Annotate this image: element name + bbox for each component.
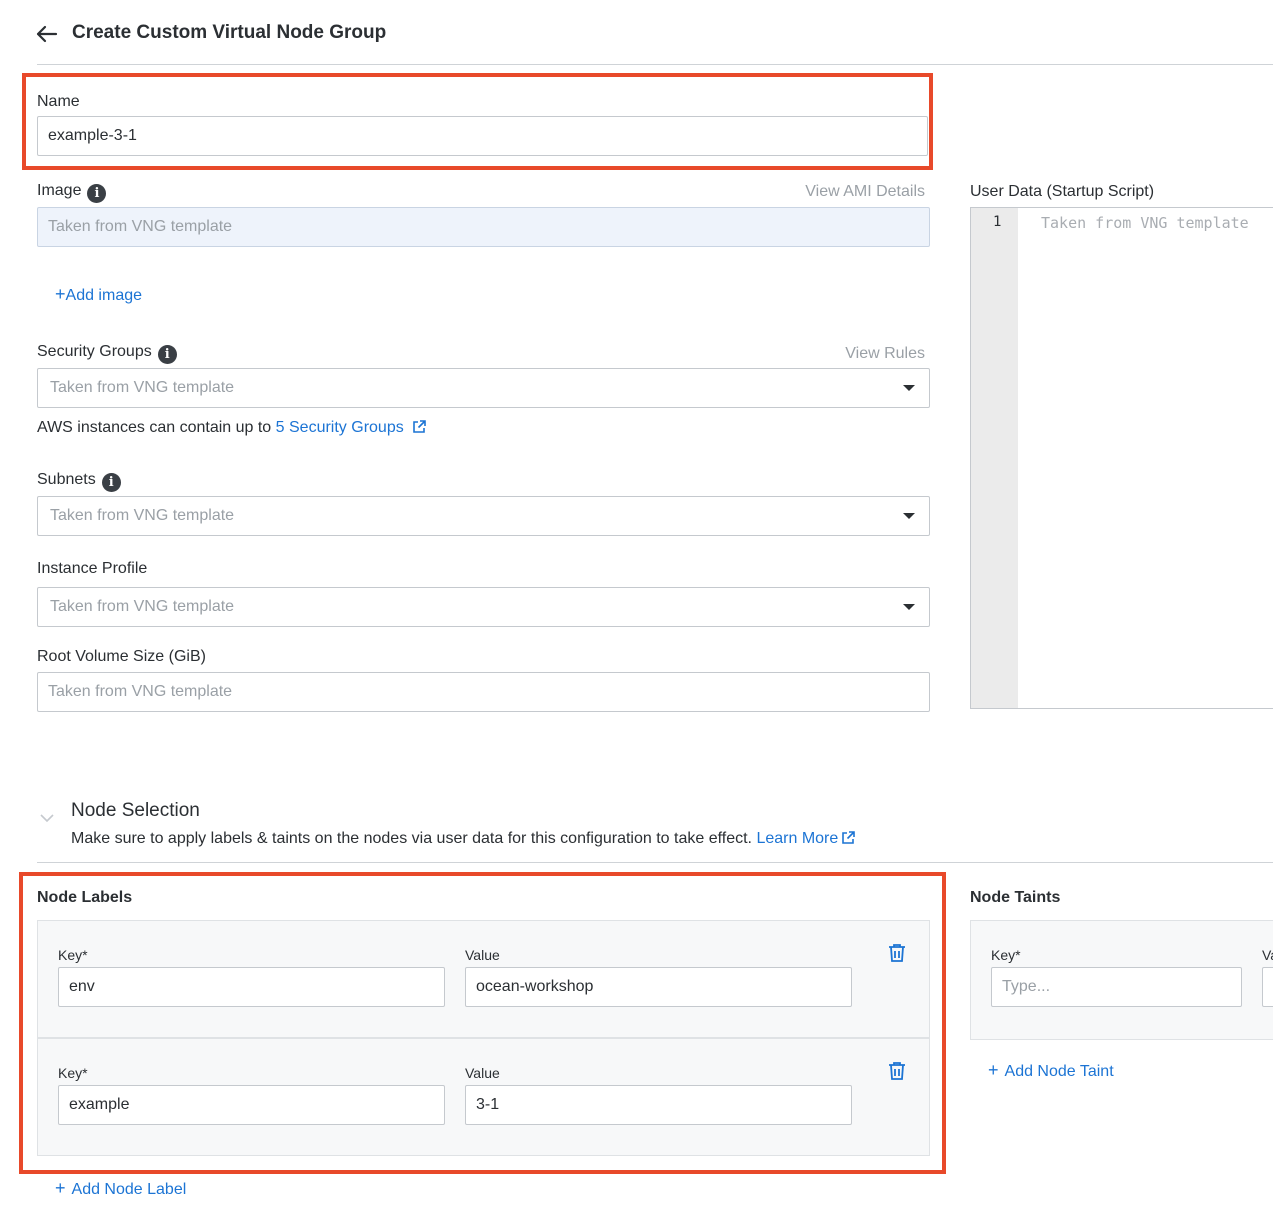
node-selection-description: Make sure to apply labels & taints on th… [71,830,856,850]
value-label: Value [465,1065,500,1081]
instance-profile-select[interactable]: Taken from VNG template [37,587,930,627]
subnets-select[interactable]: Taken from VNG template [37,496,930,536]
security-groups-select[interactable]: Taken from VNG template [37,368,930,408]
plus-icon: + [55,1178,66,1198]
header-divider [37,64,1273,65]
root-volume-input[interactable] [37,672,930,712]
image-label: Image [37,182,82,199]
node-taint-card: Key* Va [970,920,1273,1040]
trash-icon[interactable] [888,943,906,968]
view-rules-link[interactable]: View Rules [845,345,925,363]
key-label: Key* [991,947,1021,963]
external-link-icon[interactable] [841,831,856,850]
image-input [37,207,930,247]
user-data-label: User Data (Startup Script) [970,183,1155,200]
node-label-value-input[interactable] [465,1085,852,1125]
subnets-label: Subnets [37,471,96,488]
external-link-icon[interactable] [412,420,426,439]
node-selection-title: Node Selection [71,800,200,821]
node-taint-key-input[interactable] [991,967,1242,1007]
page-title: Create Custom Virtual Node Group [72,22,387,43]
chevron-down-icon [903,513,915,519]
node-label-key-input[interactable] [58,1085,445,1125]
key-label: Key* [58,947,88,963]
key-label: Key* [58,1065,88,1081]
root-volume-label: Root Volume Size (GiB) [37,648,206,665]
add-node-label-button[interactable]: + Add Node Label [55,1178,186,1199]
trash-icon[interactable] [888,1061,906,1086]
name-label: Name [37,93,80,110]
security-groups-doc-link[interactable]: 5 Security Groups [276,419,404,436]
node-label-card-1: Key* Value [37,920,930,1038]
subnets-label-row: Subnets i [37,471,121,492]
instance-profile-label: Instance Profile [37,560,148,577]
node-taint-value-input[interactable] [1262,967,1273,1007]
line-number: 1 [993,214,1002,230]
value-label: Va [1262,947,1273,963]
security-groups-hint: AWS instances can contain up to 5 Securi… [37,419,426,439]
security-groups-label-row: Security Groups i [37,343,177,364]
add-image-button[interactable]: +Add image [55,284,142,305]
plus-icon: + [55,284,66,304]
node-label-key-input[interactable] [58,967,445,1007]
view-ami-details-link[interactable]: View AMI Details [805,183,925,201]
add-node-taint-button[interactable]: + Add Node Taint [988,1060,1114,1081]
node-labels-title: Node Labels [37,889,133,906]
line-gutter [971,208,1018,708]
node-label-card-2: Key* Value [37,1038,930,1156]
back-arrow-icon[interactable] [34,24,58,44]
user-data-editor[interactable]: 1 Taken from VNG template [970,207,1273,709]
node-taints-title: Node Taints [970,889,1061,906]
info-icon[interactable]: i [157,345,177,364]
user-data-placeholder: Taken from VNG template [1041,214,1249,232]
chevron-down-icon [903,385,915,391]
chevron-down-icon [903,604,915,610]
info-icon[interactable]: i [87,184,107,203]
node-selection-divider [37,862,1273,863]
security-groups-label: Security Groups [37,343,152,360]
image-label-row: Image i [37,182,107,203]
plus-icon: + [988,1060,999,1080]
chevron-down-icon[interactable] [39,810,55,828]
learn-more-link[interactable]: Learn More [756,830,838,847]
info-icon[interactable]: i [101,473,121,492]
name-input[interactable] [37,116,928,156]
node-label-value-input[interactable] [465,967,852,1007]
value-label: Value [465,947,500,963]
